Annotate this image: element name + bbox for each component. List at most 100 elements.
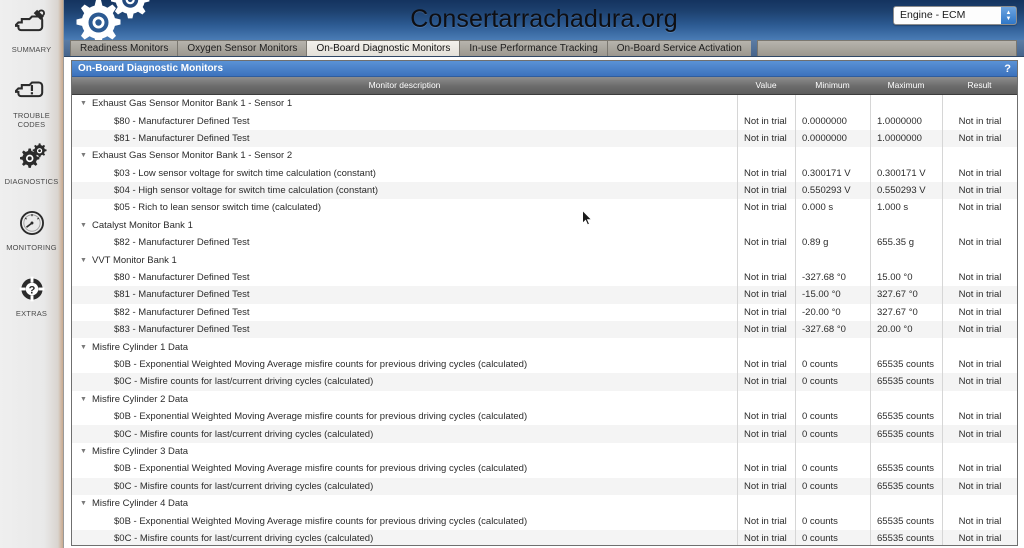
monitor-result <box>942 390 1017 408</box>
chevron-down-icon[interactable]: ▼ <box>78 100 89 107</box>
sidebar-item-diagnostics[interactable]: DIAGNOSTICS <box>0 134 64 200</box>
monitor-value: Not in trial <box>737 460 795 478</box>
column-header-result[interactable]: Result <box>942 80 1017 90</box>
monitor-minimum: 0.0000000 <box>795 112 870 130</box>
monitor-description: $82 - Manufacturer Defined Test <box>72 237 737 248</box>
table-row[interactable]: $0B - Exponential Weighted Moving Averag… <box>72 407 1017 426</box>
monitor-value: Not in trial <box>737 355 795 374</box>
monitor-value: Not in trial <box>737 268 795 287</box>
monitor-value: Not in trial <box>737 112 795 130</box>
stepper-updown-icon[interactable]: ▲ ▼ <box>1001 7 1016 24</box>
table-row[interactable]: $80 - Manufacturer Defined Test Not in tr… <box>72 268 1017 287</box>
column-header-maximum[interactable]: Maximum <box>870 80 942 90</box>
monitor-minimum: -20.00 °0 <box>795 303 870 322</box>
monitor-group-row[interactable]: ▼ Misfire Cylinder 4 Data <box>72 494 1017 513</box>
monitor-minimum <box>795 494 870 513</box>
page-title: Consertarrachadura.org <box>410 5 678 33</box>
column-header-monitor-description[interactable]: Monitor description <box>72 80 737 90</box>
monitor-minimum <box>795 442 870 461</box>
monitor-maximum <box>870 338 942 356</box>
chevron-down-icon[interactable]: ▼ <box>78 448 89 455</box>
tab-on-board-diagnostic-monitors[interactable]: On-Board Diagnostic Monitors <box>306 40 460 56</box>
monitor-result: Not in trial <box>942 129 1017 148</box>
monitor-group-row[interactable]: ▼ Misfire Cylinder 1 Data <box>72 338 1017 356</box>
monitor-maximum: 20.00 °0 <box>870 321 942 339</box>
column-header-value[interactable]: Value <box>737 80 795 90</box>
group-label: Misfire Cylinder 4 Data <box>92 498 189 510</box>
monitor-value: Not in trial <box>737 286 795 304</box>
sidebar-item-trouble-codes[interactable]: TROUBLE CODES <box>0 68 64 134</box>
monitor-minimum: 0.550293 V <box>795 181 870 200</box>
ecu-selector[interactable]: Engine - ECM ▲ ▼ <box>893 6 1017 25</box>
table-row[interactable]: $0C - Misfire counts for last/current dr… <box>72 425 1017 443</box>
monitor-result: Not in trial <box>942 407 1017 426</box>
table-row[interactable]: $81 - Manufacturer Defined Test Not in tr… <box>72 129 1017 148</box>
monitor-group-row[interactable]: ▼ Exhaust Gas Sensor Monitor Bank 1 - Sen… <box>72 147 1017 165</box>
monitor-group-row[interactable]: ▼ Exhaust Gas Sensor Monitor Bank 1 - Sen… <box>72 94 1017 113</box>
tab-on-board-service-activation[interactable]: On-Board Service Activation <box>606 40 751 56</box>
group-label: VVT Monitor Bank 1 <box>92 254 177 266</box>
monitor-maximum: 65535 counts <box>870 355 942 374</box>
monitor-result: Not in trial <box>942 286 1017 304</box>
tab-readiness-monitors[interactable]: Readiness Monitors <box>70 40 178 56</box>
chevron-down-icon[interactable]: ▼ <box>78 257 89 264</box>
monitor-minimum: 0.300171 V <box>795 164 870 182</box>
monitor-label: $0C - Misfire counts for last/current dr… <box>114 480 374 492</box>
table-row[interactable]: $83 - Manufacturer Defined Test Not in tr… <box>72 321 1017 339</box>
sidebar-item-summary[interactable]: SUMMARY <box>0 2 64 68</box>
monitor-result <box>942 494 1017 513</box>
monitor-maximum: 15.00 °0 <box>870 268 942 287</box>
monitor-group-row[interactable]: ▼ Misfire Cylinder 2 Data <box>72 390 1017 408</box>
monitor-minimum <box>795 338 870 356</box>
monitor-value: Not in trial <box>737 477 795 495</box>
group-label: Catalyst Monitor Bank 1 <box>92 219 193 231</box>
monitor-value: Not in trial <box>737 407 795 426</box>
table-row[interactable]: $80 - Manufacturer Defined Test Not in tr… <box>72 112 1017 130</box>
table-row[interactable]: $05 - Rich to lean sensor switch time (c… <box>72 199 1017 217</box>
table-row[interactable]: $04 - High sensor voltage for switch tim… <box>72 181 1017 200</box>
monitor-label: $80 - Manufacturer Defined Test <box>114 115 250 127</box>
help-icon[interactable]: ? <box>1004 61 1011 77</box>
monitor-value <box>737 390 795 408</box>
monitor-group-row[interactable]: ▼ Catalyst Monitor Bank 1 <box>72 216 1017 235</box>
table-row[interactable]: $81 - Manufacturer Defined Test Not in tr… <box>72 286 1017 304</box>
engine-wrench-icon <box>12 8 49 42</box>
monitor-value <box>737 94 795 113</box>
chevron-down-icon[interactable]: ▼ <box>78 152 89 159</box>
table-row[interactable]: $0B - Exponential Weighted Moving Averag… <box>72 460 1017 478</box>
monitor-maximum <box>870 94 942 113</box>
table-row[interactable]: $03 - Low sensor voltage for switch time… <box>72 164 1017 182</box>
monitor-value <box>737 338 795 356</box>
sidebar-item-monitoring[interactable]: MONITORING <box>0 200 64 266</box>
tab-oxygen-sensor-monitors[interactable]: Oxygen Sensor Monitors <box>177 40 307 56</box>
table-row[interactable]: $0B - Exponential Weighted Moving Averag… <box>72 512 1017 530</box>
tab-bar-filler <box>756 40 1017 56</box>
table-row[interactable]: $0C - Misfire counts for last/current dr… <box>72 529 1017 545</box>
chevron-down-icon[interactable]: ▼ <box>78 396 89 403</box>
table-row[interactable]: $0C - Misfire counts for last/current dr… <box>72 373 1017 391</box>
column-header-minimum[interactable]: Minimum <box>795 80 870 90</box>
table-row[interactable]: $0C - Misfire counts for last/current dr… <box>72 477 1017 495</box>
panel-title-label: On-Board Diagnostic Monitors <box>78 62 223 74</box>
chevron-down-icon[interactable]: ▼ <box>78 500 89 507</box>
table-row[interactable]: $82 - Manufacturer Defined Test Not in tr… <box>72 234 1017 252</box>
table-row[interactable]: $82 - Manufacturer Defined Test Not in tr… <box>72 303 1017 322</box>
table-row[interactable]: $0B - Exponential Weighted Moving Averag… <box>72 355 1017 374</box>
ecu-select-value[interactable]: Engine - ECM <box>893 6 1017 25</box>
group-description: ▼ Misfire Cylinder 2 Data <box>72 394 737 405</box>
chevron-down-icon[interactable]: ▼ <box>78 344 89 351</box>
monitor-maximum: 327.67 °0 <box>870 286 942 304</box>
monitor-label: $0C - Misfire counts for last/current dr… <box>114 532 374 544</box>
monitor-description: $82 - Manufacturer Defined Test <box>72 307 737 318</box>
monitor-maximum: 65535 counts <box>870 460 942 478</box>
chevron-down-icon[interactable]: ▼ <box>78 222 89 229</box>
sidebar-item-extras[interactable]: ? EXTRAS <box>0 266 64 332</box>
monitor-group-row[interactable]: ▼ Misfire Cylinder 3 Data <box>72 442 1017 461</box>
monitor-description: $81 - Manufacturer Defined Test <box>72 133 737 144</box>
monitor-maximum: 1.0000000 <box>870 129 942 148</box>
monitor-value: Not in trial <box>737 234 795 252</box>
monitor-group-row[interactable]: ▼ VVT Monitor Bank 1 <box>72 251 1017 269</box>
monitor-description: $0B - Exponential Weighted Moving Averag… <box>72 411 737 422</box>
group-description: ▼ Catalyst Monitor Bank 1 <box>72 220 737 231</box>
tab-in-use-performance-tracking[interactable]: In-use Performance Tracking <box>459 40 607 56</box>
